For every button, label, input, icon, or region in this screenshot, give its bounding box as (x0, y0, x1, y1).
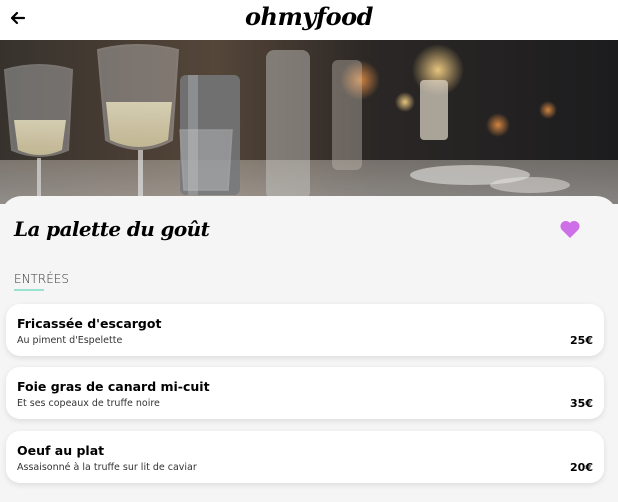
heart-icon (560, 220, 580, 238)
menu-item-price: 20€ (570, 461, 593, 474)
hero-image (0, 40, 618, 204)
menu-item-price: 25€ (570, 334, 593, 347)
menu-item-name: Foie gras de canard mi-cuit (17, 379, 210, 394)
menu-item-name: Fricassée d'escargot (17, 316, 162, 331)
menu-item[interactable]: Oeuf au plat Assaisonné à la truffe sur … (6, 431, 604, 483)
menu-item[interactable]: Foie gras de canard mi-cuit Et ses copea… (6, 367, 604, 419)
restaurant-title: La palette du goût (14, 217, 210, 241)
menu-item-description: Et ses copeaux de truffe noire (17, 398, 160, 409)
restaurant-panel: La palette du goût ENTRÉES Fricassée d'e… (0, 196, 618, 502)
section-heading: ENTRÉES (14, 272, 70, 286)
menu-item[interactable]: Fricassée d'escargot Au piment d'Espelet… (6, 304, 604, 356)
menu-item-name: Oeuf au plat (17, 443, 105, 458)
menu-item-description: Assaisonné à la truffe sur lit de caviar (17, 462, 197, 473)
menu-item-price: 35€ (570, 397, 593, 410)
favorite-button[interactable] (559, 219, 581, 239)
logo[interactable]: ohmyfood (0, 2, 618, 31)
section-underline (14, 289, 44, 291)
menu-item-description: Au piment d'Espelette (17, 335, 123, 346)
top-bar: ohmyfood (0, 0, 618, 40)
